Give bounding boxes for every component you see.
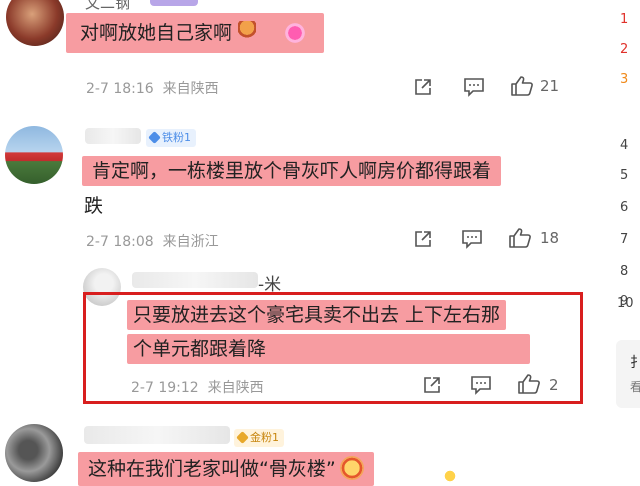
heart-gem-icon bbox=[280, 21, 311, 45]
side-card-char: 看 bbox=[630, 380, 640, 394]
rank-number[interactable]: 10 bbox=[617, 296, 634, 311]
like-button[interactable] bbox=[510, 75, 534, 97]
avatar[interactable] bbox=[6, 0, 64, 46]
avatar[interactable] bbox=[5, 424, 63, 482]
username-blurred[interactable] bbox=[84, 426, 230, 444]
share-icon bbox=[415, 231, 431, 247]
comment-button[interactable] bbox=[463, 77, 485, 97]
comment-text: 这种在我们老家叫做“骨灰楼” bbox=[78, 452, 374, 486]
rank-number[interactable]: 1 bbox=[620, 12, 628, 27]
username-blurred[interactable] bbox=[85, 128, 141, 144]
like-count: 18 bbox=[540, 229, 560, 247]
fan-badge: 金粉1 bbox=[234, 429, 284, 447]
side-card[interactable]: 扌 看 bbox=[616, 340, 640, 408]
emoji-icon bbox=[339, 456, 364, 480]
thumbs-up-icon bbox=[511, 76, 533, 96]
like-button[interactable] bbox=[508, 227, 532, 249]
comment-text: 肯定啊，一栋楼里放个骨灰吓人啊房价都得跟着 bbox=[82, 154, 502, 188]
rank-number[interactable]: 4 bbox=[620, 138, 628, 153]
comment-icon bbox=[462, 230, 482, 249]
rank-number[interactable]: 3 bbox=[620, 72, 628, 87]
comment-text-line2: 跌 bbox=[84, 195, 104, 217]
avatar[interactable] bbox=[5, 126, 63, 184]
fan-badge: 铁粉1 bbox=[146, 129, 196, 147]
rank-number[interactable]: 6 bbox=[620, 200, 628, 215]
like-count: 21 bbox=[540, 77, 560, 95]
thumbs-up-icon bbox=[509, 228, 531, 248]
purple-badge bbox=[150, 0, 198, 6]
comment-meta: 2-7 18:16 来自陕西 bbox=[86, 81, 219, 97]
share-button[interactable] bbox=[413, 229, 433, 249]
comment-text: 对啊放她自己家啊 bbox=[66, 13, 325, 53]
rose-icon bbox=[238, 21, 257, 43]
share-icon bbox=[415, 79, 431, 95]
rank-number[interactable]: 5 bbox=[620, 168, 628, 183]
highlight-box bbox=[83, 292, 583, 404]
sparkle-icon bbox=[440, 468, 460, 484]
comment-icon bbox=[464, 78, 484, 97]
comment-button[interactable] bbox=[461, 229, 483, 249]
side-card-char: 扌 bbox=[630, 355, 640, 371]
rank-number[interactable]: 8 bbox=[620, 264, 628, 279]
share-button[interactable] bbox=[413, 77, 433, 97]
comment-meta: 2-7 18:08 来自浙江 bbox=[86, 234, 219, 250]
username[interactable]: 文二钢 bbox=[85, 0, 130, 13]
rank-number[interactable]: 7 bbox=[620, 232, 628, 247]
username-blurred[interactable] bbox=[132, 272, 258, 288]
rank-number[interactable]: 2 bbox=[620, 42, 628, 57]
